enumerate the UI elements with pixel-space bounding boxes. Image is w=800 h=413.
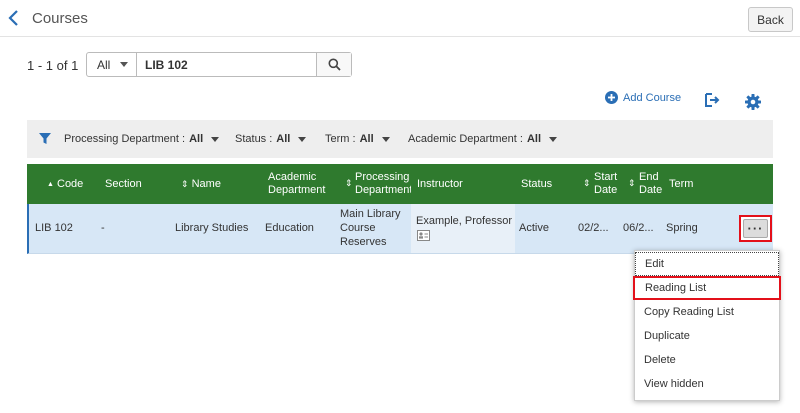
page-title: Courses [32,10,88,27]
column-label: Code [57,178,84,190]
column-header-section[interactable]: Section [105,178,142,191]
column-label: Academic Department [268,171,326,196]
cell-processing-department: Main Library Course Reserves [340,208,401,248]
search-button[interactable] [316,53,351,76]
search-input[interactable] [145,56,315,73]
search-scope-value: All [97,57,111,72]
filter-label: Status : [235,133,273,145]
filter-processing-department[interactable]: Processing Department : All [64,133,220,145]
filter-academic-department[interactable]: Academic Department : All [408,133,557,145]
cell-academic-department: Education [265,222,314,234]
cell-term: Spring [666,222,698,234]
column-header-status[interactable]: Status [521,178,552,191]
menu-item-duplicate[interactable]: Duplicate [635,324,779,348]
column-label: Status [521,178,553,190]
table-row[interactable]: LIB 102 - Library Studies Education Main… [27,204,773,254]
cell-code[interactable]: LIB 102 [35,221,73,235]
chevron-down-icon [211,136,220,142]
back-button[interactable]: Back [748,7,793,32]
column-header-start-date[interactable]: ⇕ Start Date [583,171,623,197]
chevron-down-icon [120,62,128,67]
row-actions-menu: Edit Reading List Copy Reading List Dupl… [633,250,781,401]
chevron-down-icon [549,136,557,142]
sort-icon: ⇕ [583,178,591,188]
cell-section: - [101,222,105,234]
menu-item-edit[interactable]: Edit [635,252,779,276]
export-icon[interactable] [703,91,721,109]
column-label: Section [105,178,142,190]
sort-icon: ⇕ [345,178,353,188]
back-chevron-icon[interactable] [6,8,22,28]
more-actions-icon[interactable]: ··· [743,219,768,238]
filter-term[interactable]: Term : All [325,133,390,145]
column-header-code[interactable]: ▲ Code [47,178,83,191]
sort-icon: ⇕ [181,179,189,189]
filter-label: Academic Department : [408,133,523,145]
column-header-instructor[interactable]: Instructor [417,178,463,191]
chevron-down-icon [381,136,390,142]
chevron-down-icon [298,136,307,142]
sort-icon: ⇕ [628,178,636,188]
add-circle-icon [605,91,618,104]
filter-value: All [189,133,204,145]
column-header-academic-department[interactable]: Academic Department [268,171,332,197]
contact-card-icon[interactable] [417,230,430,241]
column-header-processing-department[interactable]: ⇕ Processing Department [345,171,411,197]
instructor-name: Example, Professor [416,215,512,227]
row-actions-highlight: ··· [739,215,772,242]
cell-instructor: Example, Professor [411,204,515,253]
cell-name: Library Studies [175,222,249,234]
page-header: Courses Back [0,0,800,37]
table-header: ▲ Code Section ⇕ Name Academic Departmen… [27,164,773,204]
menu-item-delete[interactable]: Delete [635,348,779,372]
add-course-button[interactable]: Add Course [605,91,681,104]
filter-label: Term : [325,133,356,145]
filter-value: All [276,133,291,145]
search-box: All [86,52,352,77]
sort-asc-icon: ▲ [47,181,54,188]
gear-icon[interactable] [744,93,762,111]
results-count: 1 - 1 of 1 [27,58,79,73]
search-scope-select[interactable]: All [87,53,137,76]
menu-item-copy-reading-list[interactable]: Copy Reading List [635,300,779,324]
column-header-term[interactable]: Term [669,178,693,191]
menu-item-reading-list[interactable]: Reading List [633,276,781,300]
filter-status[interactable]: Status : All [235,133,307,145]
filter-bar: Processing Department : All Status : All… [27,120,773,158]
cell-end-date: 06/2... [623,222,654,234]
column-label: Instructor [417,178,463,190]
cell-start-date: 02/2... [578,222,609,234]
column-label: Processing Department [355,171,411,196]
column-header-end-date[interactable]: ⇕ End Date [628,171,668,197]
column-label: Term [669,178,694,190]
filter-value: All [359,133,374,145]
menu-item-view-hidden[interactable]: View hidden [635,372,779,396]
filter-label: Processing Department : [64,133,186,145]
column-header-name[interactable]: ⇕ Name [181,178,221,191]
filter-icon[interactable] [39,133,51,145]
cell-status: Active [519,222,549,234]
filter-value: All [526,133,541,145]
search-icon [328,58,341,71]
column-label: Name [191,178,221,190]
add-course-label: Add Course [623,91,682,104]
